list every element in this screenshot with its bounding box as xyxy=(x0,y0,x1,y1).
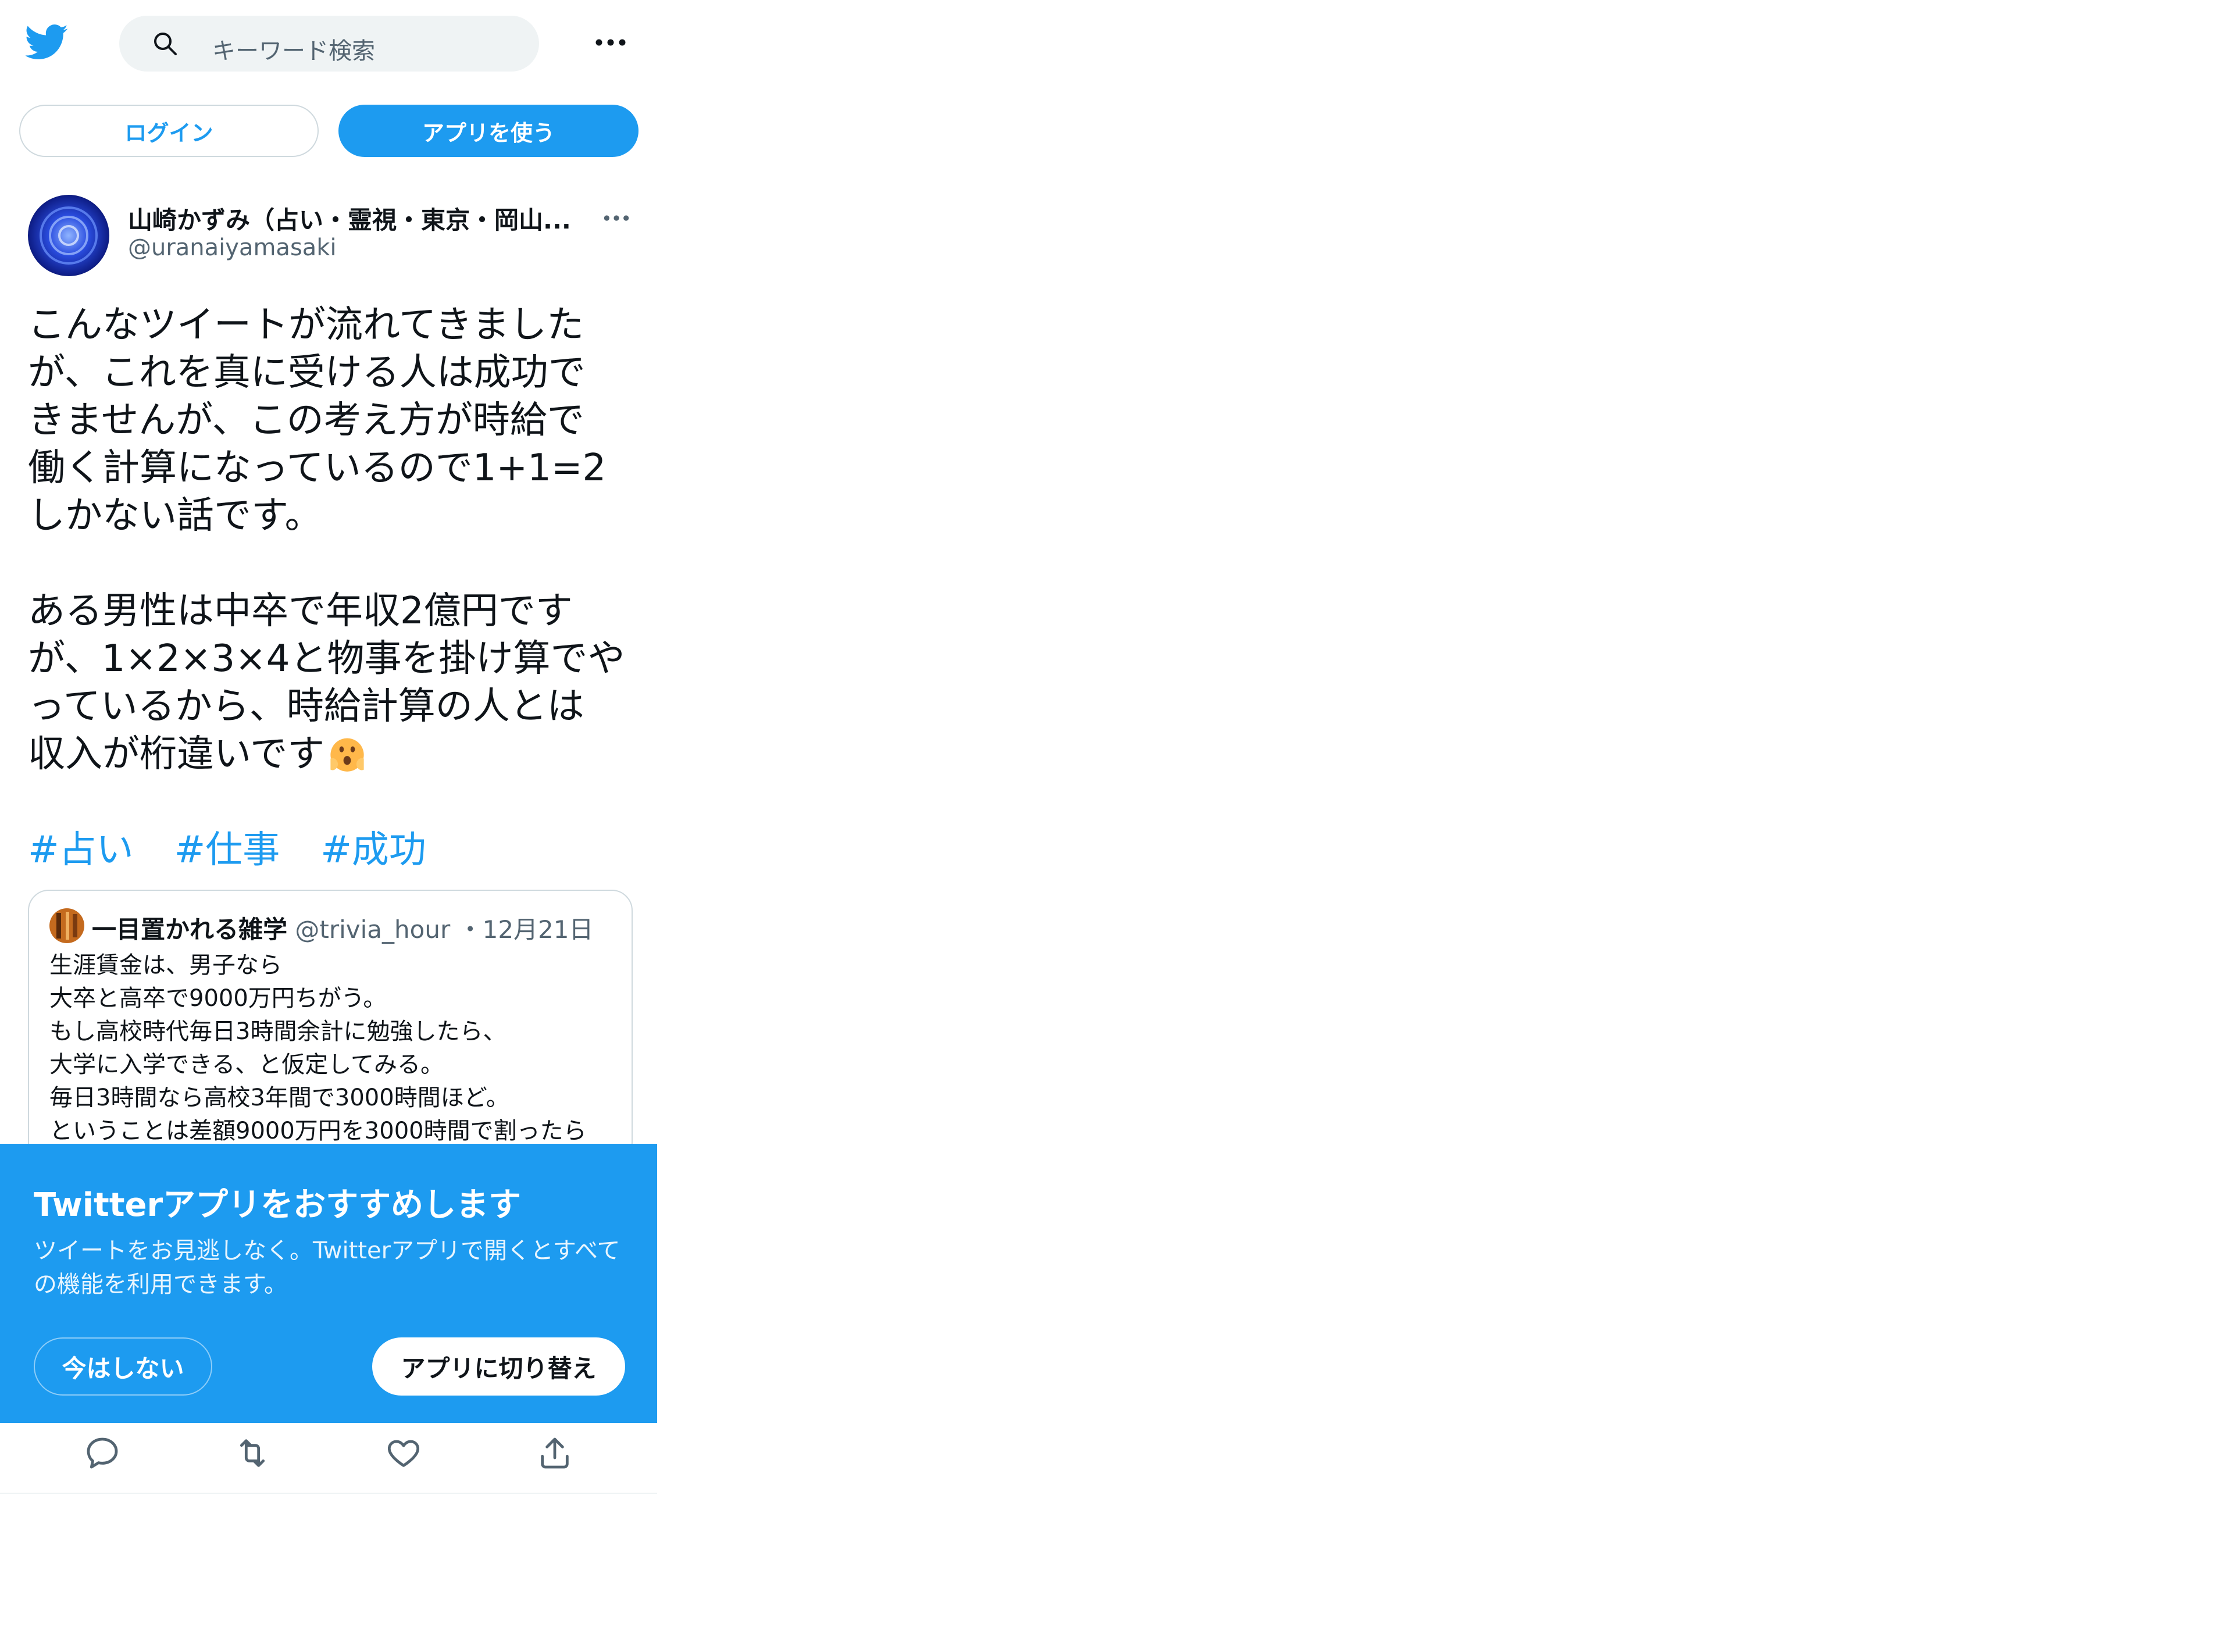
twitter-bird-icon[interactable] xyxy=(26,20,69,63)
not-now-button[interactable]: 今はしない xyxy=(34,1337,212,1396)
search-input[interactable]: キーワード検索 xyxy=(119,16,539,72)
tweet-action-bar xyxy=(0,1423,657,1494)
search-icon xyxy=(154,33,177,55)
quoted-tweet[interactable]: 一目置かれる雑学 @trivia_hour ・12月21日 生涯賃金は、男子なら… xyxy=(28,890,633,1163)
quoted-header: 一目置かれる雑学 @trivia_hour ・12月21日 xyxy=(92,910,594,945)
search-placeholder: キーワード検索 xyxy=(212,38,375,65)
top-bar: キーワード検索 xyxy=(0,0,663,87)
tweet-more-icon[interactable] xyxy=(602,210,631,226)
quoted-author-name: 一目置かれる雑学 xyxy=(92,915,288,944)
author-name[interactable]: 山崎かずみ（占い・霊視・東京・岡山... xyxy=(128,201,570,236)
promo-description: ツイートをお見逃しなく。Twitterアプリで開くとすべての機能を利用できます。 xyxy=(34,1237,620,1298)
quoted-date: ・12月21日 xyxy=(458,915,594,944)
retweet-icon[interactable] xyxy=(234,1435,271,1472)
switch-to-app-button[interactable]: アプリに切り替え xyxy=(372,1337,625,1396)
tweet-body: こんなツイートが流れてきました が、これを真に受ける人は成功で きませんが、この… xyxy=(28,304,625,776)
promo-title: Twitterアプリをおすすめします xyxy=(34,1186,522,1224)
avatar-image xyxy=(28,195,109,276)
app-promo-banner: Twitterアプリをおすすめします ツイートをお見逃しなく。Twitterアプ… xyxy=(0,1144,657,1423)
share-icon[interactable] xyxy=(536,1435,573,1472)
author-handle[interactable]: @uranaiyamasaki xyxy=(128,234,337,261)
quoted-avatar xyxy=(49,908,84,943)
hashtag-link[interactable]: #成功 xyxy=(320,820,426,873)
use-app-button[interactable]: アプリを使う xyxy=(338,105,639,157)
more-horizontal-icon[interactable] xyxy=(593,34,628,51)
login-button[interactable]: ログイン xyxy=(19,105,319,157)
reply-icon[interactable] xyxy=(84,1435,121,1472)
hashtag-link[interactable]: #占い xyxy=(28,820,134,873)
quoted-text: 生涯賃金は、男子なら 大卒と高卒で9000万円ちがう。 もし高校時代毎日3時間余… xyxy=(49,952,587,1144)
hashtag-list: #占い #仕事 #成功 xyxy=(28,820,426,873)
quoted-author-handle: @trivia_hour xyxy=(295,915,451,944)
tweet-text: こんなツイートが流れてきました が、これを真に受ける人は成功で きませんが、この… xyxy=(28,301,644,778)
shocked-face-emoji-icon xyxy=(330,738,364,772)
hashtag-link[interactable]: #仕事 xyxy=(174,820,280,873)
avatar[interactable] xyxy=(28,195,109,276)
like-heart-icon[interactable] xyxy=(385,1435,422,1472)
